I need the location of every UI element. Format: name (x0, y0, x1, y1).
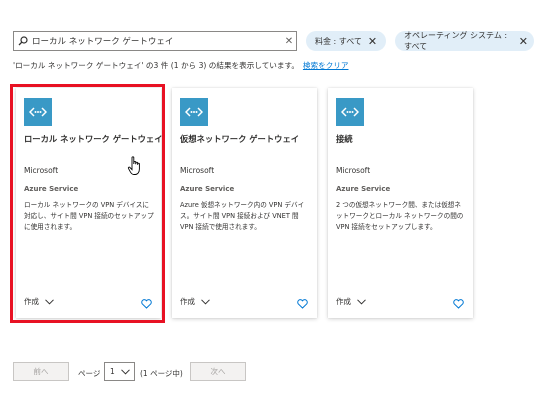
marketplace-card[interactable]: 接続 Microsoft Azure Service 2 つの仮想ネットワーク間… (328, 88, 473, 318)
chevron-down-icon (201, 298, 210, 305)
filter-pill-operating-system[interactable]: オペレーティング システム : すべて ✕ (395, 31, 534, 51)
previous-page-button[interactable]: 前へ (13, 362, 69, 381)
search-icon (14, 36, 32, 46)
create-button[interactable]: 作成 (180, 296, 210, 307)
page-label: ページ (78, 369, 101, 378)
card-description: ローカル ネットワークの VPN デバイスに対応し、サイト間 VPN 接続のセッ… (24, 201, 154, 231)
create-label: 作成 (180, 297, 195, 306)
marketplace-card[interactable]: ローカル ネットワーク ゲートウェイ Microsoft Azure Servi… (16, 88, 163, 318)
create-label: 作成 (336, 297, 351, 306)
chevron-down-icon (45, 298, 54, 305)
card-publisher: Microsoft (336, 166, 371, 175)
page-count-label: (1 ページ中) (140, 369, 183, 378)
heart-icon[interactable] (297, 294, 308, 313)
card-description: 2 つの仮想ネットワーク間、または仮想ネットワークとローカル ネットワークの間の… (336, 201, 464, 231)
card-publisher: Microsoft (180, 166, 215, 175)
chevron-down-icon (357, 298, 366, 305)
create-label: 作成 (24, 297, 39, 306)
close-icon[interactable]: ✕ (368, 36, 377, 47)
create-button[interactable]: 作成 (24, 296, 54, 307)
card-publisher: Microsoft (24, 166, 59, 175)
current-page: 1 (110, 367, 115, 376)
gateway-icon (180, 98, 208, 126)
heart-icon[interactable] (453, 294, 464, 313)
results-summary: 'ローカル ネットワーク ゲートウェイ' の3 件 (1 から 3) の結果を表… (13, 60, 348, 71)
filter-pill-label: 料金 : すべて (315, 36, 362, 46)
hand-cursor-icon (127, 156, 143, 180)
chevron-down-icon (121, 368, 130, 377)
clear-search-icon[interactable]: ✕ (282, 36, 296, 47)
create-button[interactable]: 作成 (336, 296, 366, 307)
card-type: Azure Service (336, 185, 391, 193)
gateway-icon (24, 98, 52, 126)
gateway-icon (336, 98, 364, 126)
card-title: 接続 (336, 134, 353, 144)
card-title: 仮想ネットワーク ゲートウェイ (180, 134, 300, 144)
marketplace-card[interactable]: 仮想ネットワーク ゲートウェイ Microsoft Azure Service … (172, 88, 317, 318)
card-type: Azure Service (180, 185, 235, 193)
search-input[interactable] (32, 33, 282, 49)
card-title: ローカル ネットワーク ゲートウェイ (24, 134, 163, 144)
filter-pill-label: オペレーティング システム : すべて (404, 31, 508, 51)
page-select[interactable]: 1 (104, 362, 135, 381)
heart-icon[interactable] (141, 294, 152, 313)
search-box[interactable]: ✕ (13, 31, 297, 51)
clear-search-link[interactable]: 検索をクリア (303, 61, 349, 70)
card-type: Azure Service (24, 185, 79, 193)
results-text: 'ローカル ネットワーク ゲートウェイ' の3 件 (1 から 3) の結果を表… (13, 61, 299, 70)
close-icon[interactable]: ✕ (519, 36, 528, 47)
card-description: Azure 仮想ネットワーク内の VPN デバイス。サイト間 VPN 接続および… (180, 201, 305, 231)
filter-pill-price[interactable]: 料金 : すべて ✕ (306, 31, 386, 51)
next-page-button[interactable]: 次へ (190, 362, 246, 381)
